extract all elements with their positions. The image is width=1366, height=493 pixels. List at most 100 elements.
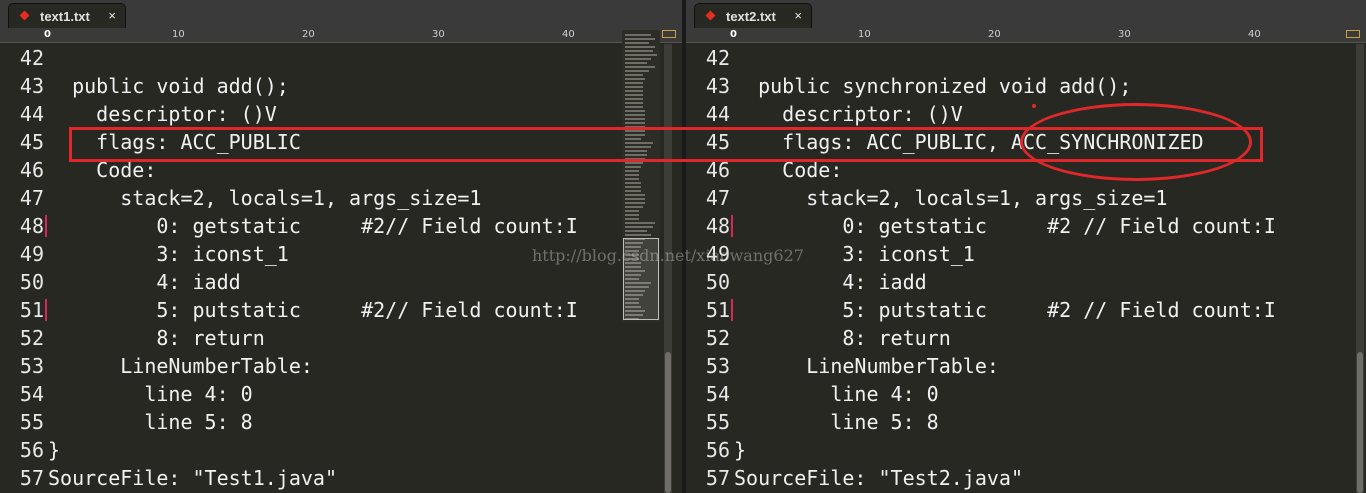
minimap-line xyxy=(625,178,639,180)
ruler-tick: 30 xyxy=(432,29,445,40)
line-number: 51 xyxy=(705,298,730,322)
code-text: 8: return xyxy=(734,326,951,350)
close-icon[interactable]: × xyxy=(794,8,802,23)
minimap-line xyxy=(625,218,639,220)
code-text: 8: return xyxy=(48,326,265,350)
code-text: descriptor: ()V xyxy=(48,102,277,126)
code-text: 0: getstatic #2// Field count:I xyxy=(48,214,578,238)
annotation-dot xyxy=(1032,104,1036,108)
tab-label: text2.txt xyxy=(726,9,776,24)
ruler-tick: 10 xyxy=(172,29,185,40)
code-text: stack=2, locals=1, args_size=1 xyxy=(734,186,1168,210)
code-area[interactable]: 42 43 public void add(); 44 descriptor: ()… xyxy=(0,44,682,493)
code-text: 3: iconst_1 xyxy=(48,242,289,266)
minimap-line xyxy=(625,38,655,40)
line-number: 42 xyxy=(705,46,730,70)
minimap-line xyxy=(625,66,655,68)
minimap-line xyxy=(625,110,645,112)
minimap-line xyxy=(625,206,643,208)
minimap-line xyxy=(625,46,655,48)
minimap-line xyxy=(625,106,643,108)
ruler-caret-icon xyxy=(662,30,676,38)
gutter-marker xyxy=(45,299,47,321)
minimap-line xyxy=(625,90,643,92)
line-number: 51 xyxy=(19,298,44,322)
unsaved-indicator-icon xyxy=(19,10,30,21)
minimap-line xyxy=(625,194,645,196)
code-text: } xyxy=(48,438,61,462)
minimap-line xyxy=(625,118,645,120)
minimap-line xyxy=(625,78,645,80)
code-text: } xyxy=(734,438,747,462)
minimap-line xyxy=(625,222,655,224)
line-number: 52 xyxy=(705,326,730,350)
code-text: descriptor: ()V xyxy=(734,102,963,126)
line-number: 53 xyxy=(19,354,44,378)
minimap-line xyxy=(625,174,639,176)
unsaved-indicator-icon xyxy=(705,10,716,21)
line-number: 44 xyxy=(705,102,730,126)
ruler-tick: 0 xyxy=(44,29,51,40)
minimap-line xyxy=(625,86,643,88)
line-number: 56 xyxy=(705,438,730,462)
minimap-line xyxy=(625,98,643,100)
minimap-line xyxy=(625,74,643,76)
vertical-scrollbar[interactable] xyxy=(1356,44,1364,493)
tab-text1[interactable]: text1.txt × xyxy=(8,3,126,28)
scrollbar-thumb[interactable] xyxy=(665,352,671,493)
ruler-tick: 40 xyxy=(1248,29,1261,40)
ruler-tick: 0 xyxy=(730,29,737,40)
code-text: stack=2, locals=1, args_size=1 xyxy=(48,186,482,210)
gutter-marker xyxy=(45,215,47,237)
code-text: public synchronized void add(); xyxy=(734,74,1132,98)
minimap-line xyxy=(625,54,657,56)
minimap-line xyxy=(625,122,645,124)
minimap-line xyxy=(625,234,651,236)
code-text: 5: putstatic #2 // Field count:I xyxy=(734,298,1276,322)
minimap-line xyxy=(625,182,641,184)
minimap[interactable] xyxy=(622,30,660,322)
minimap-line xyxy=(625,202,645,204)
column-ruler: 0 10 20 30 40 xyxy=(686,28,1366,43)
line-number: 55 xyxy=(705,410,730,434)
line-number: 45 xyxy=(19,130,44,154)
minimap-line xyxy=(625,210,639,212)
line-number: 54 xyxy=(19,382,44,406)
ruler-tick: 40 xyxy=(562,29,575,40)
code-text: LineNumberTable: xyxy=(48,354,313,378)
line-number: 54 xyxy=(705,382,730,406)
tab-label: text1.txt xyxy=(40,9,90,24)
code-text: public void add(); xyxy=(48,74,289,98)
minimap-line xyxy=(625,166,641,168)
minimap-line xyxy=(625,70,649,72)
line-number: 56 xyxy=(19,438,44,462)
code-text: SourceFile: "Test1.java" xyxy=(48,466,337,490)
gutter-marker xyxy=(731,215,733,237)
minimap-line xyxy=(625,162,643,164)
code-text: line 5: 8 xyxy=(48,410,253,434)
minimap-line xyxy=(625,170,639,172)
minimap-line xyxy=(625,58,651,60)
line-number: 44 xyxy=(19,102,44,126)
code-text: line 4: 0 xyxy=(734,382,939,406)
line-number: 53 xyxy=(705,354,730,378)
line-number: 48 xyxy=(705,214,730,238)
ruler-tick: 20 xyxy=(302,29,315,40)
tab-bar: text1.txt × xyxy=(0,0,682,29)
ruler-tick: 30 xyxy=(1118,29,1131,40)
code-area[interactable]: 42 43 public synchronized void add(); 44 d… xyxy=(686,44,1366,493)
vertical-scrollbar[interactable] xyxy=(664,44,672,493)
tab-text2[interactable]: text2.txt × xyxy=(694,3,812,28)
line-number: 57 xyxy=(19,466,44,490)
minimap-line xyxy=(625,34,651,36)
minimap-line xyxy=(625,82,643,84)
scrollbar-thumb[interactable] xyxy=(1357,352,1363,493)
minimap-line xyxy=(625,50,653,52)
code-text: line 4: 0 xyxy=(48,382,253,406)
line-number: 46 xyxy=(19,158,44,182)
minimap-line xyxy=(625,230,647,232)
minimap-line xyxy=(625,186,641,188)
code-text: LineNumberTable: xyxy=(734,354,999,378)
close-icon[interactable]: × xyxy=(108,8,116,23)
line-number: 42 xyxy=(19,46,44,70)
